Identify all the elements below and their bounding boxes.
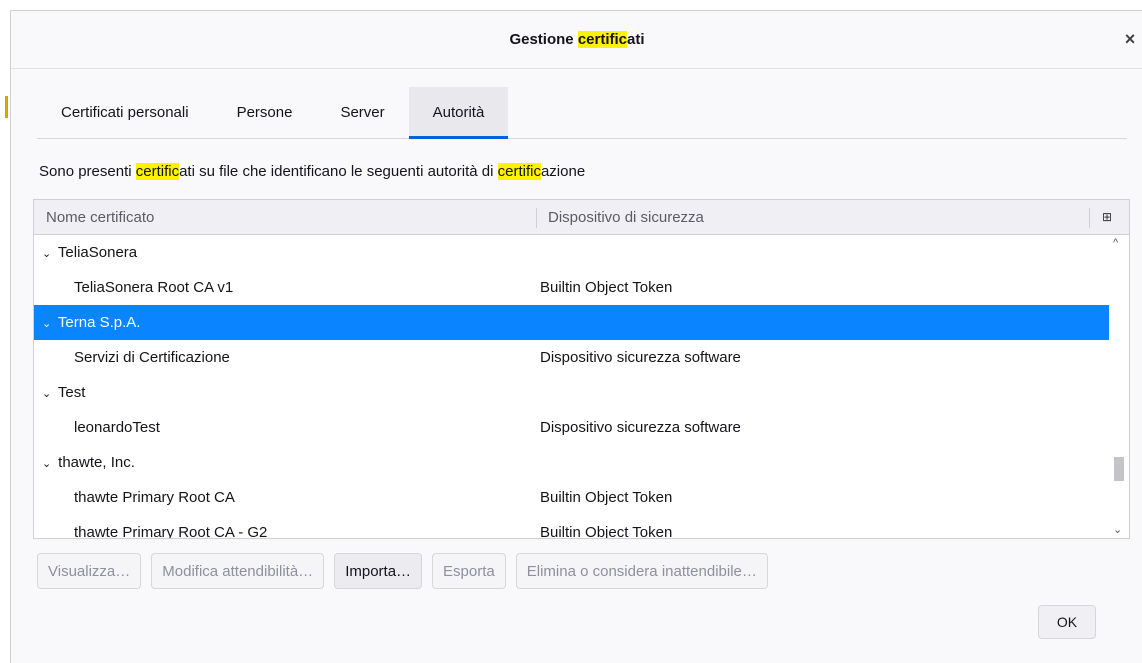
- tree-row-group[interactable]: ⌄ TeliaSonera: [34, 235, 1110, 270]
- certificate-manager-dialog: Gestione certificati × Certificati perso…: [10, 10, 1142, 663]
- dialog-title: Gestione certificati: [509, 31, 645, 48]
- action-buttons: Visualizza… Modifica attendibilità… Impo…: [37, 553, 768, 589]
- export-button[interactable]: Esporta: [432, 553, 506, 589]
- close-icon[interactable]: ×: [1121, 29, 1139, 49]
- row-label: Terna S.p.A.: [57, 314, 141, 331]
- security-device: Builtin Object Token: [540, 279, 673, 296]
- security-device: Builtin Object Token: [540, 489, 673, 506]
- tree-row-certificate[interactable]: thawte Primary Root CA - G2 Builtin Obje…: [34, 515, 1110, 539]
- column-header-certificate-name[interactable]: Nome certificato: [46, 209, 154, 226]
- background-window: [0, 0, 10, 663]
- description-search-highlight: certific: [135, 163, 180, 180]
- certificate-name: TeliaSonera Root CA v1: [74, 279, 234, 296]
- import-button[interactable]: Importa…: [334, 553, 423, 589]
- scroll-down-icon[interactable]: ⌄: [1113, 523, 1122, 536]
- description-part: Sono presenti: [39, 163, 136, 180]
- scroll-up-icon[interactable]: ^: [1113, 237, 1118, 249]
- tree-row-certificate[interactable]: Servizi di Certificazione Dispositivo si…: [34, 340, 1110, 375]
- tab-personal-certificates[interactable]: Certificati personali: [37, 87, 213, 138]
- certificate-name: Servizi di Certificazione: [74, 349, 230, 366]
- certificate-name: leonardoTest: [74, 419, 160, 436]
- certificate-tree: Nome certificato Dispositivo di sicurezz…: [33, 199, 1130, 539]
- chevron-down-icon[interactable]: ⌄: [42, 457, 54, 470]
- dialog-titlebar: Gestione certificati ×: [11, 11, 1142, 69]
- ok-button[interactable]: OK: [1038, 605, 1096, 639]
- title-text: Gestione: [509, 31, 578, 48]
- edit-trust-button[interactable]: Modifica attendibilità…: [151, 553, 325, 589]
- tree-row-group[interactable]: ⌄ thawte, Inc.: [34, 445, 1110, 480]
- row-label: TeliaSonera: [57, 244, 138, 261]
- tree-row-certificate[interactable]: thawte Primary Root CA Builtin Object To…: [34, 480, 1110, 515]
- delete-distrust-button[interactable]: Elimina o considera inattendibile…: [515, 553, 768, 589]
- tree-row-certificate[interactable]: leonardoTest Dispositivo sicurezza softw…: [34, 410, 1110, 445]
- title-search-highlight: certific: [577, 31, 628, 48]
- background-highlight-mark: [5, 96, 8, 118]
- certificate-name: thawte Primary Root CA: [74, 489, 235, 506]
- group-name: ⌄ Test: [42, 384, 85, 401]
- group-name: ⌄ thawte, Inc.: [42, 454, 135, 471]
- chevron-down-icon[interactable]: ⌄: [42, 387, 54, 400]
- tree-row-certificate[interactable]: TeliaSonera Root CA v1 Builtin Object To…: [34, 270, 1110, 305]
- group-name: ⌄ Terna S.p.A.: [42, 314, 140, 331]
- row-label: thawte, Inc.: [58, 454, 135, 471]
- description-part: azione: [540, 163, 586, 180]
- description-part: ati su file che identificano le seguenti…: [179, 163, 498, 180]
- description-search-highlight: certific: [497, 163, 541, 180]
- row-label: Test: [57, 384, 86, 401]
- column-picker-icon[interactable]: ⊞: [1102, 210, 1112, 224]
- chevron-down-icon[interactable]: ⌄: [42, 317, 54, 330]
- chevron-down-icon[interactable]: ⌄: [42, 247, 54, 260]
- tab-bar: Certificati personali Persone Server Aut…: [37, 87, 1127, 139]
- security-device: Dispositivo sicurezza software: [540, 349, 741, 366]
- description-text: Sono presenti certificati su file che id…: [39, 163, 585, 180]
- title-text-suffix: ati: [627, 31, 645, 48]
- tab-servers[interactable]: Server: [316, 87, 408, 138]
- column-divider[interactable]: [1089, 208, 1090, 228]
- column-header-security-device[interactable]: Dispositivo di sicurezza: [548, 209, 704, 226]
- tree-scrollbar[interactable]: ^ ⌄: [1109, 235, 1129, 538]
- tree-row-group[interactable]: ⌄ Test: [34, 375, 1110, 410]
- view-button[interactable]: Visualizza…: [37, 553, 142, 589]
- scrollbar-thumb[interactable]: [1114, 457, 1124, 481]
- security-device: Builtin Object Token: [540, 524, 673, 539]
- tree-rows: ⌄ TeliaSonera TeliaSonera Root CA v1 Bui…: [34, 235, 1110, 539]
- tree-header: Nome certificato Dispositivo di sicurezz…: [34, 200, 1129, 235]
- tab-people[interactable]: Persone: [213, 87, 317, 138]
- security-device: Dispositivo sicurezza software: [540, 419, 741, 436]
- tab-authorities[interactable]: Autorità: [408, 87, 509, 139]
- column-divider[interactable]: [536, 208, 537, 228]
- tree-row-group-selected[interactable]: ⌄ Terna S.p.A.: [34, 305, 1110, 340]
- certificate-name: thawte Primary Root CA - G2: [74, 524, 268, 539]
- group-name: ⌄ TeliaSonera: [42, 244, 137, 261]
